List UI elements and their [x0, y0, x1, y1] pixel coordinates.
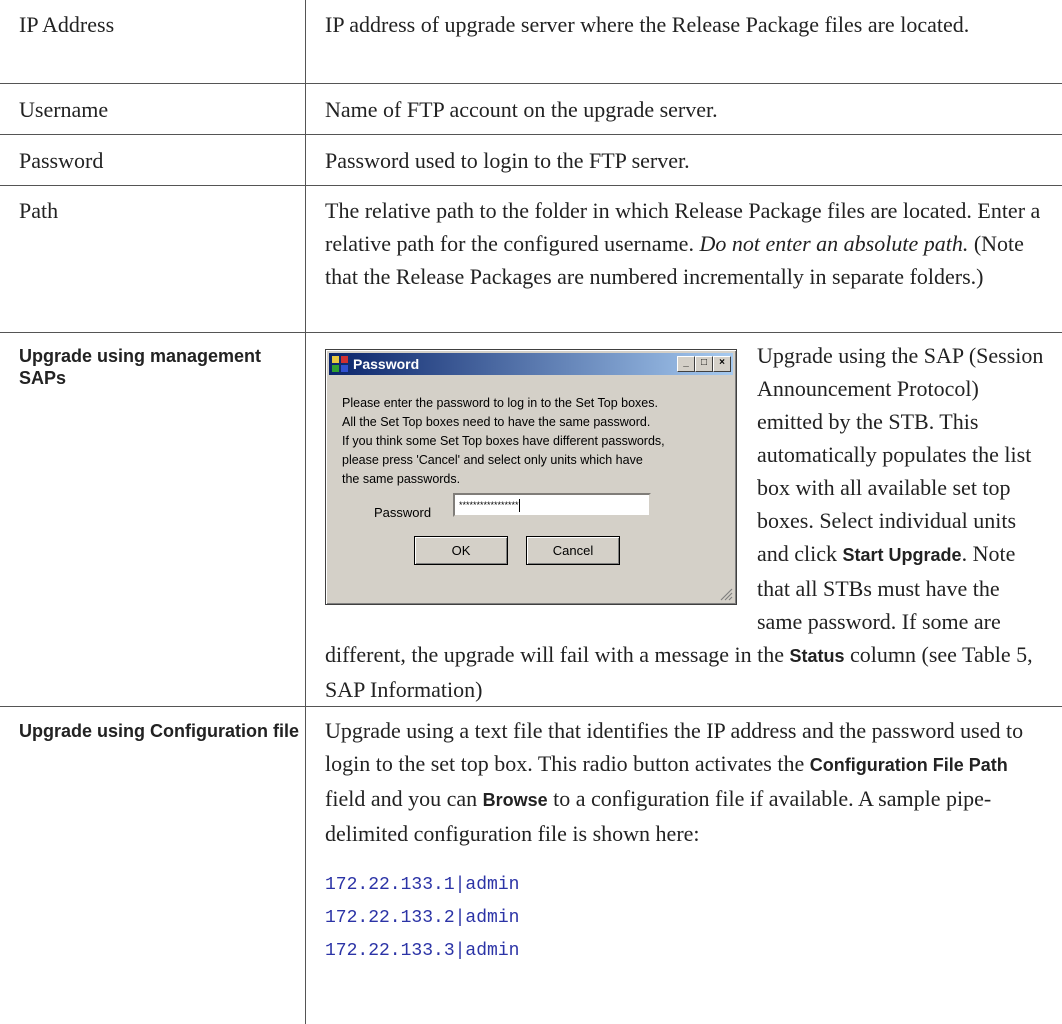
param-description-text: IP address of upgrade server where the R…	[325, 12, 969, 37]
param-description: The relative path to the folder in which…	[306, 185, 1062, 332]
browse-ref: Browse	[483, 790, 548, 810]
dialog-message-line: please press 'Cancel' and select only un…	[342, 451, 727, 470]
param-name: Username	[0, 83, 306, 134]
table-row: Upgrade using Configuration file Upgrade…	[0, 706, 1062, 1024]
param-description-text: Password used to login to the FTP server…	[325, 148, 690, 173]
password-dialog-screenshot: Password _ □ × Please enter the password…	[325, 349, 737, 605]
code-line: 172.22.133.3|admin	[325, 935, 1046, 968]
param-name-text: Password	[19, 148, 103, 173]
config-desc-text: field and you can	[325, 786, 483, 811]
app-window-icon	[332, 356, 348, 372]
table-row: Password Password used to login to the F…	[0, 134, 1062, 185]
config-desc: Upgrade using a text file that identifie…	[325, 714, 1046, 850]
parameter-table: IP Address IP address of upgrade server …	[0, 0, 1062, 1024]
param-name: Path	[0, 185, 306, 332]
dialog-title: Password	[353, 355, 419, 373]
password-label: Password	[374, 496, 431, 529]
resize-grip-icon	[720, 588, 733, 601]
param-name: Password	[0, 134, 306, 185]
param-name: IP Address	[0, 0, 306, 83]
param-description: Name of FTP account on the upgrade serve…	[306, 83, 1062, 134]
param-name-text: Upgrade using Configuration file	[19, 721, 299, 741]
table-row: Upgrade using management SAPs Password _…	[0, 332, 1062, 706]
dialog-title-bar: Password _ □ ×	[329, 353, 733, 375]
param-name: Upgrade using Configuration file	[0, 706, 306, 1024]
dialog-message: Please enter the password to log in to t…	[342, 394, 727, 489]
dialog-message-line: the same passwords.	[342, 470, 727, 489]
dialog-message-line: If you think some Set Top boxes have dif…	[342, 432, 727, 451]
config-path-field-ref: Configuration File Path	[810, 755, 1008, 775]
table-row: IP Address IP address of upgrade server …	[0, 0, 1062, 83]
start-upgrade-ref: Start Upgrade	[843, 545, 962, 565]
table-row: Path The relative path to the folder in …	[0, 185, 1062, 332]
param-description: Upgrade using a text file that identifie…	[306, 706, 1062, 1024]
close-icon: ×	[713, 356, 731, 372]
param-description-text: Name of FTP account on the upgrade serve…	[325, 97, 718, 122]
cancel-button: Cancel	[526, 536, 620, 565]
dialog-message-line: All the Set Top boxes need to have the s…	[342, 413, 727, 432]
param-description: Password used to login to the FTP server…	[306, 134, 1062, 185]
dialog-message-line: Please enter the password to log in to t…	[342, 394, 727, 413]
minimize-icon: _	[677, 356, 695, 372]
param-name-text: Path	[19, 198, 58, 223]
password-value: *****************	[459, 500, 519, 510]
param-description: Password _ □ × Please enter the password…	[306, 332, 1062, 706]
saps-desc-text: Upgrade using the SAP (Session Announcem…	[757, 343, 1043, 566]
param-name-text: Username	[19, 97, 108, 122]
param-name: Upgrade using management SAPs	[0, 332, 306, 706]
path-desc-emphasis: Do not enter an absolute path.	[699, 231, 968, 256]
ok-button: OK	[414, 536, 508, 565]
text-caret	[519, 499, 520, 512]
table-row: Username Name of FTP account on the upgr…	[0, 83, 1062, 134]
maximize-icon: □	[695, 356, 713, 372]
param-name-text: IP Address	[19, 12, 114, 37]
code-line: 172.22.133.1|admin	[325, 869, 1046, 902]
status-column-ref: Status	[790, 646, 845, 666]
spacer	[325, 850, 1046, 869]
param-description: IP address of upgrade server where the R…	[306, 0, 1062, 83]
param-name-text: Upgrade using management SAPs	[19, 346, 261, 388]
code-line: 172.22.133.2|admin	[325, 902, 1046, 935]
password-field: *****************	[453, 493, 651, 517]
